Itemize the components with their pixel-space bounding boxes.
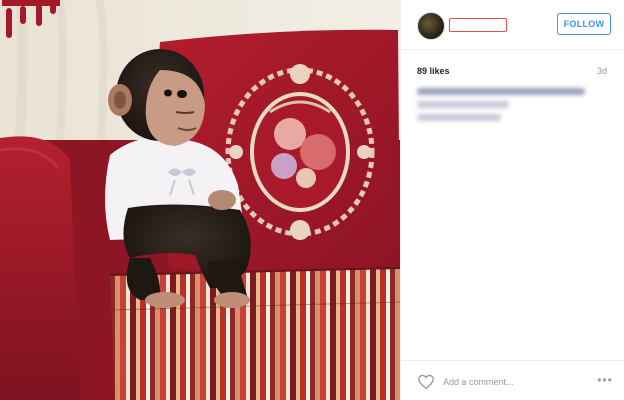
avatar[interactable] [417,12,445,40]
likes-count[interactable]: 89 likes [417,66,450,76]
blurred-caption-line [417,88,585,95]
post-photo[interactable] [0,0,400,400]
instagram-post: FOLLOW 89 likes 3d ••• [0,0,624,400]
username-redaction [449,18,507,32]
post-side-panel: FOLLOW 89 likes 3d ••• [400,0,624,400]
more-options-icon[interactable]: ••• [595,373,615,387]
chimpanzee-photo-illustration [0,0,400,400]
post-time[interactable]: 3d [597,66,607,76]
blurred-comment-line [417,114,501,121]
comments-list [417,88,613,127]
comment-input[interactable] [443,374,583,390]
blurred-comment-line [417,101,509,108]
heart-icon[interactable] [417,374,435,390]
follow-button[interactable]: FOLLOW [557,13,611,35]
add-comment-row: ••• [401,360,624,400]
post-header: FOLLOW [401,0,624,50]
